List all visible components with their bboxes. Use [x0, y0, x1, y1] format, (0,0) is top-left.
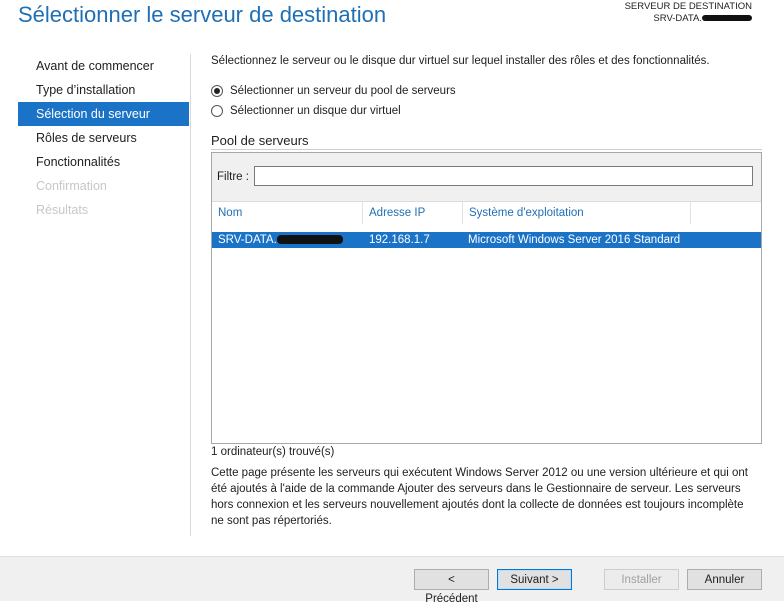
- previous-button[interactable]: < Précédent: [414, 569, 489, 605]
- server-count: 1 ordinateur(s) trouvé(s): [211, 446, 335, 458]
- nav-item-fonctionnalites[interactable]: Fonctionnalités: [18, 150, 189, 174]
- destination-server-info: SERVEUR DE DESTINATION SRV-DATA.: [625, 1, 752, 25]
- option-virtual-disk[interactable]: Sélectionner un disque dur virtuel: [211, 103, 401, 119]
- filter-input[interactable]: [254, 166, 753, 186]
- radio-server-pool[interactable]: [211, 85, 223, 97]
- nav-divider: [190, 54, 191, 536]
- nav-item-resultats: Résultats: [36, 203, 89, 217]
- intro-text: Sélectionnez le serveur ou le disque dur…: [211, 55, 710, 67]
- pool-heading: Pool de serveurs: [211, 133, 309, 148]
- destination-value: SRV-DATA.: [653, 13, 702, 24]
- column-header-systeme[interactable]: Système d'exploitation: [463, 202, 691, 224]
- wizard-footer: < Précédent Suivant > Installer Annuler: [0, 556, 784, 605]
- nav-item-type-installation[interactable]: Type d’installation: [18, 78, 189, 102]
- server-ip: 192.168.1.7: [369, 234, 430, 246]
- description-text: Cette page présente les serveurs qui exé…: [211, 467, 748, 527]
- option-server-pool[interactable]: Sélectionner un serveur du pool de serve…: [211, 83, 456, 99]
- destination-value-wrap: SRV-DATA.: [625, 13, 752, 25]
- nav-item-roles-serveurs[interactable]: Rôles de serveurs: [18, 126, 189, 150]
- nav-item-avant-de-commencer[interactable]: Avant de commencer: [18, 54, 189, 78]
- nav-item-selection-serveur[interactable]: Sélection du serveur: [18, 102, 189, 126]
- redaction-mark: [276, 235, 343, 245]
- redaction-mark: [702, 15, 752, 22]
- option-server-pool-label: Sélectionner un serveur du pool de serve…: [230, 85, 456, 97]
- wizard-steps-nav: Avant de commencer Type d’installation S…: [18, 54, 189, 222]
- pool-heading-rule: [211, 149, 762, 150]
- next-button[interactable]: Suivant >: [497, 569, 572, 590]
- column-header-adresse-ip[interactable]: Adresse IP: [363, 202, 463, 224]
- server-table-header: Nom Adresse IP Système d'exploitation: [212, 202, 761, 224]
- filter-label: Filtre :: [217, 171, 249, 183]
- server-name-cell: SRV-DATA.: [218, 232, 343, 248]
- nav-item-confirmation: Confirmation: [36, 179, 107, 193]
- cancel-button[interactable]: Annuler: [687, 569, 762, 590]
- destination-label: SERVEUR DE DESTINATION: [624, 1, 752, 12]
- filter-bar: Filtre :: [212, 153, 761, 202]
- install-button: Installer: [604, 569, 679, 590]
- server-name: SRV-DATA.: [218, 234, 277, 246]
- option-virtual-disk-label: Sélectionner un disque dur virtuel: [230, 105, 401, 117]
- radio-virtual-disk[interactable]: [211, 105, 223, 117]
- server-pool-panel: Filtre : Nom Adresse IP Système d'exploi…: [211, 152, 762, 444]
- page-title: Sélectionner le serveur de destination: [18, 2, 387, 27]
- column-header-nom[interactable]: Nom: [212, 202, 363, 224]
- server-os: Microsoft Windows Server 2016 Standard: [468, 234, 681, 246]
- server-row[interactable]: SRV-DATA. 192.168.1.7 Microsoft Windows …: [212, 232, 761, 248]
